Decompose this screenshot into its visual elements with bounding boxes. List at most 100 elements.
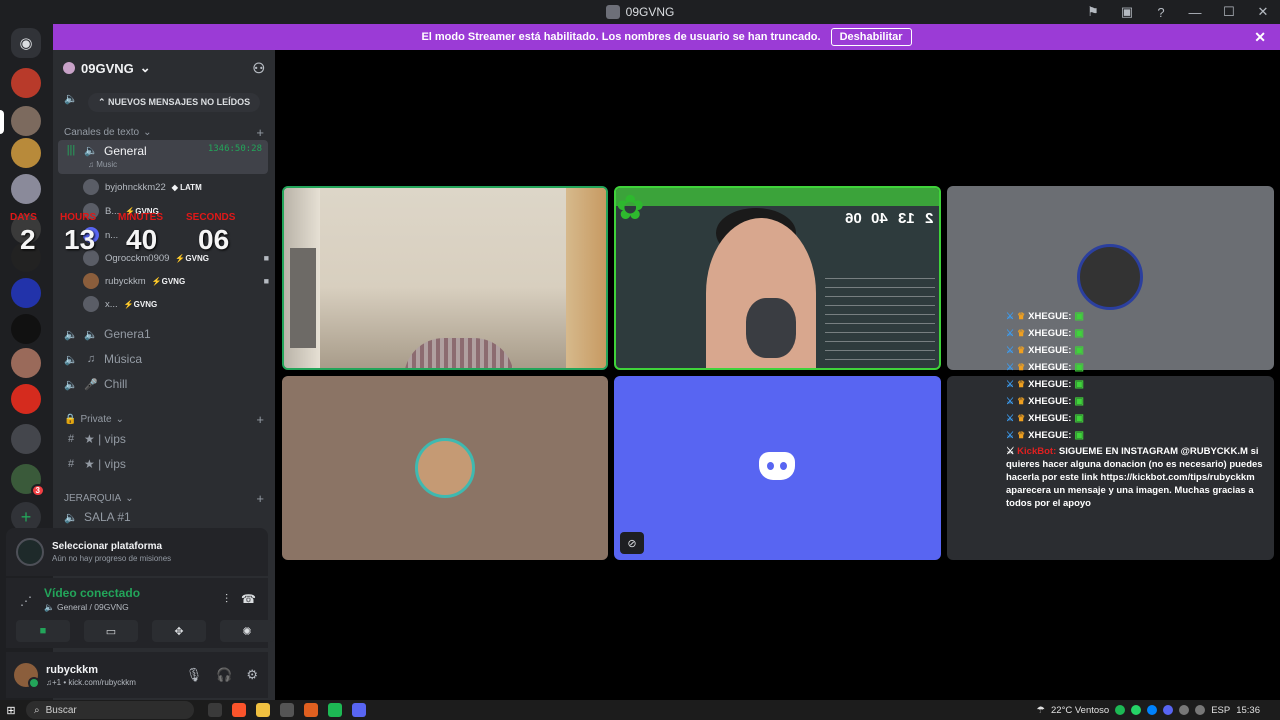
emote-icon: ▣: [1074, 362, 1084, 373]
video-tile-stream[interactable]: ✿ 06 40 13 2: [614, 186, 941, 370]
screen-share-button[interactable]: ▭: [84, 620, 138, 642]
voice-channel-musica[interactable]: 🔈 ♫ Música: [58, 347, 268, 371]
video-tile-room-camera[interactable]: [282, 186, 608, 370]
minimize-icon[interactable]: —: [1178, 0, 1212, 24]
voice-member[interactable]: byjohnckkm22 ◆ LATM: [83, 177, 269, 197]
close-window-icon[interactable]: ✕: [1246, 0, 1280, 24]
server-folder-icon[interactable]: [11, 424, 41, 454]
file-explorer-icon[interactable]: [256, 703, 270, 717]
headphones-icon[interactable]: 🎧: [216, 667, 232, 683]
server-icon[interactable]: [11, 278, 41, 308]
server-icon[interactable]: [11, 384, 41, 414]
chat-user: XHEGUE:: [1028, 362, 1072, 373]
server-icon[interactable]: [11, 68, 41, 98]
shelf-shape: [290, 248, 316, 348]
quest-icon: [16, 538, 44, 566]
crown-icon: ♛: [1017, 379, 1026, 389]
spotify-icon[interactable]: [328, 703, 342, 717]
new-messages-pill[interactable]: ⌃ NUEVOS MENSAJES NO LEÍDOS: [88, 93, 261, 112]
speaker-icon: 🔈: [84, 328, 98, 341]
category-text-channels[interactable]: Canales de texto ⌄ +: [64, 125, 264, 140]
speaker-icon: 🔈: [64, 353, 78, 366]
wifi-icon[interactable]: [1179, 705, 1190, 715]
window-title-text: 09GVNG: [625, 5, 675, 19]
category-label: Canales de texto: [64, 127, 140, 138]
language-indicator[interactable]: ESP: [1211, 705, 1230, 716]
taskbar-search[interactable]: ⌕ Buscar: [26, 701, 194, 719]
chevron-down-icon: ⌄: [139, 60, 151, 75]
close-banner-icon[interactable]: ✕: [1254, 29, 1266, 46]
server-icon[interactable]: [11, 348, 41, 378]
chat-user: XHEGUE:: [1028, 430, 1072, 441]
discord-home-icon[interactable]: ◉: [11, 28, 41, 58]
crown-icon: ♛: [1017, 311, 1026, 321]
voice-status[interactable]: Vídeo conectado: [44, 586, 140, 600]
microphone-icon[interactable]: 🎙: [186, 667, 203, 683]
voice-channel-chill[interactable]: 🔈 🎤 Chill: [58, 372, 268, 396]
video-tile-avatar[interactable]: [282, 376, 608, 560]
category-jerarquia[interactable]: JERARQUIA ⌄ +: [64, 491, 264, 506]
help-icon[interactable]: ?: [1144, 0, 1178, 24]
chat-row: ⚔ ♛ XHEGUE: ▣: [1006, 325, 1274, 342]
create-channel-icon[interactable]: +: [256, 412, 264, 427]
whatsapp-icon[interactable]: [1131, 705, 1142, 715]
sword-icon: ⚔: [1006, 345, 1015, 355]
voice-channel-general[interactable]: ||| 🔈 General ♫ Music 1346:50:28: [58, 140, 268, 174]
task-view-icon[interactable]: [208, 703, 222, 717]
voice-channel-genera1[interactable]: 🔈 🔈 Genera1: [58, 322, 268, 346]
banner-text: El modo Streamer está habilitado. Los no…: [421, 31, 821, 43]
disable-streamer-button[interactable]: Deshabilitar: [830, 28, 912, 46]
bluetooth-icon[interactable]: [1147, 705, 1158, 715]
quest-title: Seleccionar plataforma: [52, 541, 163, 552]
server-icon[interactable]: [11, 314, 41, 344]
tray-icon[interactable]: [1115, 705, 1126, 715]
obs-icon[interactable]: [280, 703, 294, 717]
quest-panel[interactable]: Seleccionar plataforma Aún no hay progre…: [6, 528, 268, 576]
voice-location[interactable]: 🔈 General / 09GVNG: [44, 602, 129, 613]
voice-member[interactable]: x... ⚡GVNG: [83, 294, 269, 314]
create-channel-icon[interactable]: +: [256, 125, 264, 140]
chat-row: ⚔ ♛ XHEGUE: ▣: [1006, 359, 1274, 376]
activities-button[interactable]: ✥: [152, 620, 206, 642]
microphone-icon: 🎤: [84, 378, 98, 391]
signal-icon[interactable]: ⋰: [20, 594, 32, 608]
create-channel-icon[interactable]: +: [256, 491, 264, 506]
server-header[interactable]: 09GVNG ⌄ ⚇: [53, 50, 275, 86]
microphone-shape: [746, 298, 796, 358]
text-channel-vips[interactable]: # ★ | vips: [58, 452, 268, 476]
camera-button[interactable]: ■: [16, 620, 70, 642]
server-icon[interactable]: [11, 174, 41, 204]
category-private[interactable]: 🔒 Private ⌄ +: [64, 412, 264, 427]
volume-icon[interactable]: [1195, 705, 1206, 715]
brave-icon[interactable]: [232, 703, 246, 717]
inbox-icon[interactable]: ▣: [1110, 0, 1144, 24]
camera-off-icon[interactable]: ⊘: [620, 532, 644, 554]
discord-taskbar-icon[interactable]: [352, 703, 366, 717]
avatar[interactable]: [14, 663, 40, 689]
music-icon: ♫: [86, 353, 96, 365]
windows-start-icon[interactable]: ⊞: [0, 704, 22, 717]
soundboard-button[interactable]: ✺: [220, 620, 274, 642]
server-icon[interactable]: [11, 106, 41, 136]
maximize-icon[interactable]: ☐: [1212, 0, 1246, 24]
video-tile-discord[interactable]: ⊘: [614, 376, 941, 560]
invite-people-icon[interactable]: ⚇: [252, 60, 265, 77]
disconnect-icon[interactable]: ☎: [241, 592, 256, 606]
sword-icon: ⚔: [1006, 396, 1015, 406]
clock[interactable]: 15:36: [1236, 705, 1260, 716]
chat-overlay: ⚔ ♛ XHEGUE: ▣ ⚔ ♛ XHEGUE: ▣ ⚔ ♛ XHEGUE: ▣ ⚔ ♛ XHEGU…: [1006, 308, 1274, 510]
server-icon[interactable]: 3: [11, 464, 45, 497]
discord-tray-icon[interactable]: [1163, 705, 1174, 715]
app-icon[interactable]: [304, 703, 318, 717]
flag-icon[interactable]: ⚑: [1076, 0, 1110, 24]
gear-icon[interactable]: ⚙: [246, 667, 258, 683]
weather-text[interactable]: 22°C Ventoso: [1051, 705, 1109, 716]
voice-member[interactable]: rubyckkm ⚡GVNG ■: [83, 271, 269, 291]
text-channel-vips[interactable]: # ★ | vips: [58, 427, 268, 451]
seconds-value: 06: [198, 224, 230, 255]
voice-channel-sala1[interactable]: 🔈 SALA #1: [58, 505, 268, 529]
noise-suppression-icon[interactable]: ⫶: [225, 592, 228, 607]
server-name: 09GVNG: [81, 60, 134, 76]
username[interactable]: rubyckkm: [46, 664, 136, 676]
server-icon[interactable]: [11, 138, 41, 168]
